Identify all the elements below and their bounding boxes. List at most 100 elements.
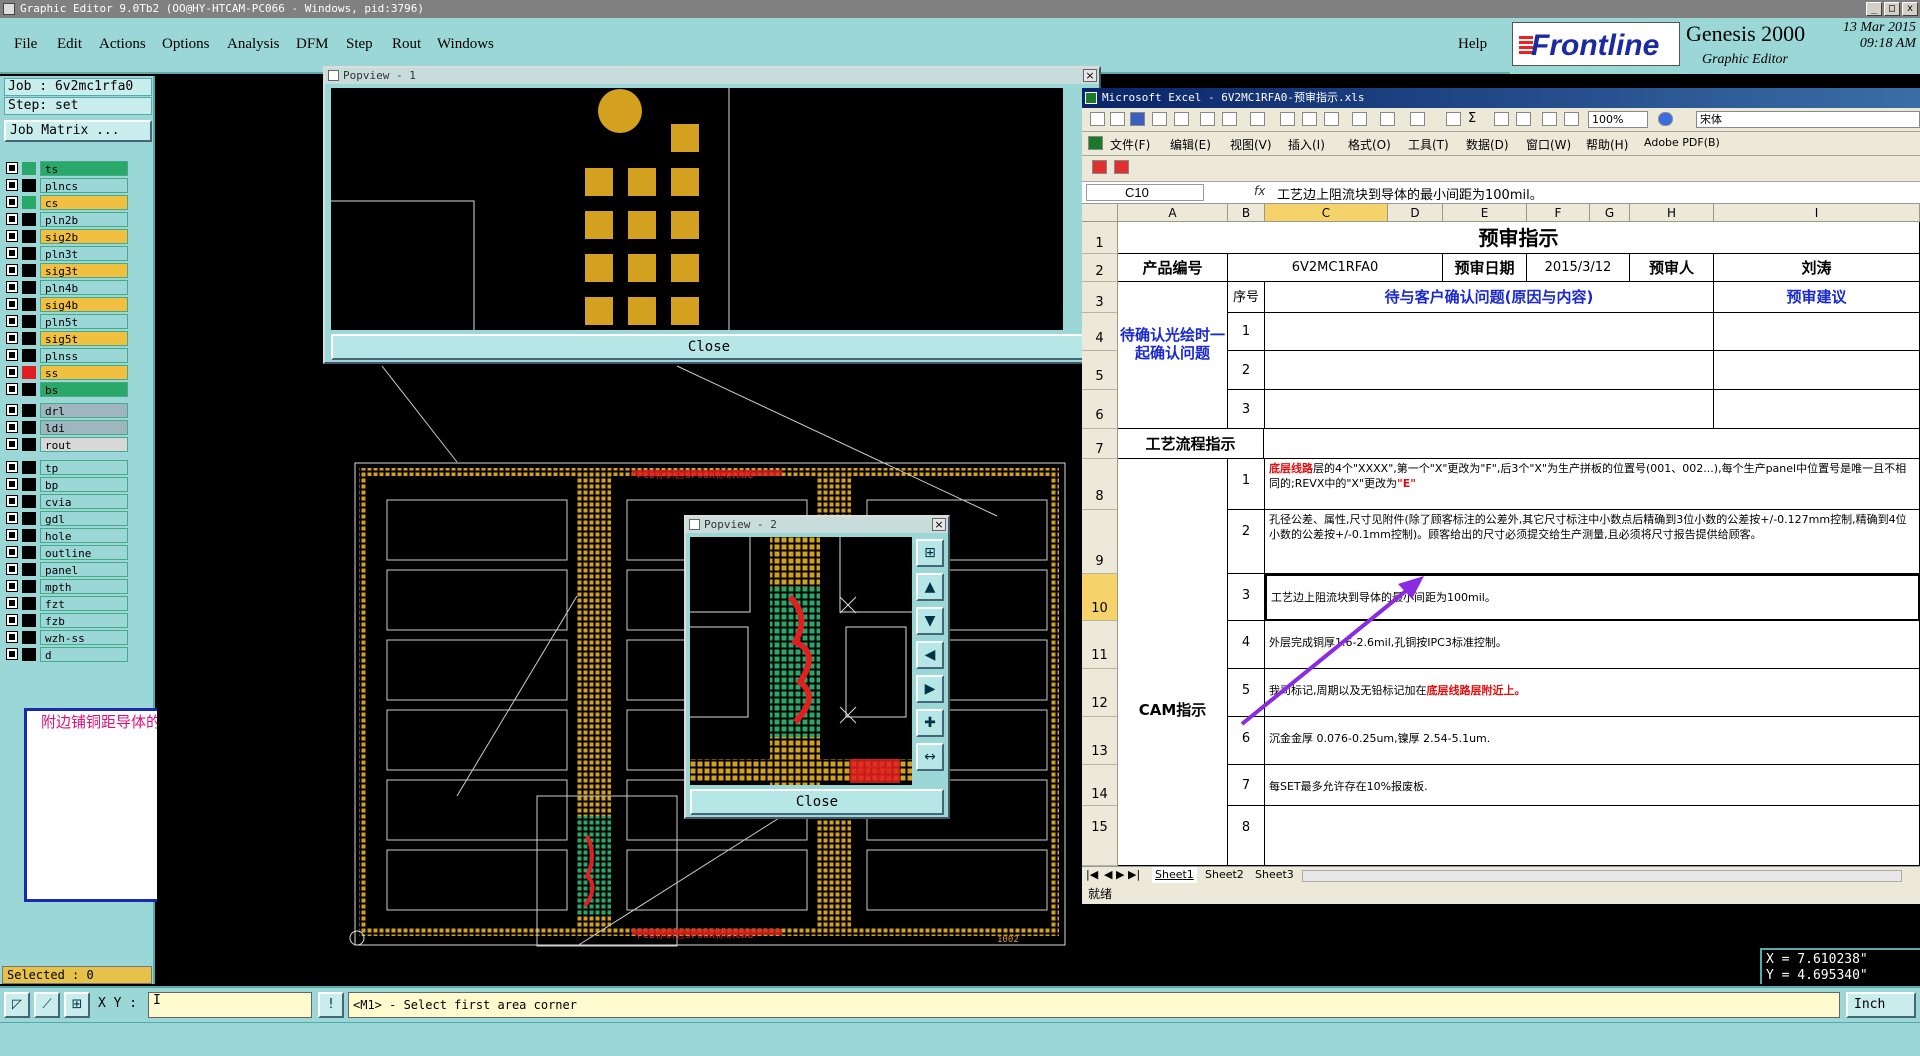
- excel-menu-adobe-pdf[interactable]: Adobe PDF(B): [1644, 136, 1720, 149]
- excel-menu-edit[interactable]: 编辑(E): [1170, 136, 1211, 153]
- zoom-in-button[interactable]: ✚: [916, 709, 944, 737]
- layer-color-swatch[interactable]: [22, 366, 36, 379]
- sheet-nav-next[interactable]: ▶: [1116, 867, 1124, 883]
- horizontal-scrollbar[interactable]: [1302, 870, 1902, 882]
- layer-color-swatch[interactable]: [22, 529, 36, 542]
- layer-row-tp[interactable]: tp: [6, 460, 128, 475]
- layer-row-fzt[interactable]: fzt: [6, 596, 128, 611]
- redo-icon[interactable]: [1410, 112, 1425, 126]
- measure-icon[interactable]: ⟋: [34, 992, 60, 1018]
- layer-checkbox[interactable]: [6, 383, 18, 395]
- layer-row-bs[interactable]: bs: [6, 382, 128, 397]
- autosum-icon[interactable]: Σ: [1468, 112, 1483, 126]
- alert-icon[interactable]: !: [318, 992, 344, 1018]
- open-icon[interactable]: [1110, 112, 1125, 126]
- pan-right-button[interactable]: ▶: [916, 675, 944, 703]
- layer-name[interactable]: drl: [40, 403, 128, 418]
- layer-row-ts[interactable]: ts: [6, 161, 128, 176]
- snap-mode-icon[interactable]: ◸: [4, 992, 30, 1018]
- excel-menu-help[interactable]: 帮助(H): [1586, 136, 1628, 153]
- units-select[interactable]: Inch: [1846, 992, 1916, 1018]
- popview-1-close-button[interactable]: Close: [331, 334, 1087, 360]
- close-window-button[interactable]: x: [1902, 2, 1918, 16]
- zoom-select[interactable]: 100%: [1588, 111, 1648, 128]
- grid-icon[interactable]: ⊞: [64, 992, 90, 1018]
- layer-checkbox[interactable]: [6, 563, 18, 575]
- layer-color-swatch[interactable]: [22, 563, 36, 576]
- layer-checkbox[interactable]: [6, 546, 18, 558]
- layer-color-swatch[interactable]: [22, 404, 36, 417]
- layer-color-swatch[interactable]: [22, 247, 36, 260]
- layer-checkbox[interactable]: [6, 438, 18, 450]
- layer-color-swatch[interactable]: [22, 383, 36, 396]
- layer-name[interactable]: sig2b: [40, 229, 128, 244]
- popview-2-close-button[interactable]: Close: [690, 789, 944, 815]
- job-matrix-button[interactable]: Job Matrix ...: [4, 120, 152, 142]
- layer-name[interactable]: fzt: [40, 596, 128, 611]
- sort-descending-icon[interactable]: [1516, 112, 1531, 126]
- print-preview-icon[interactable]: [1222, 112, 1237, 126]
- paste-icon[interactable]: [1324, 112, 1339, 126]
- layer-row-pln5t[interactable]: pln5t: [6, 314, 128, 329]
- fx-icon[interactable]: fx: [1254, 184, 1265, 198]
- layer-row-sig3t[interactable]: sig3t: [6, 263, 128, 278]
- layer-row-d[interactable]: d: [6, 647, 128, 662]
- permission-icon[interactable]: [1152, 112, 1167, 126]
- layer-checkbox[interactable]: [6, 580, 18, 592]
- layer-row-pln4b[interactable]: pln4b: [6, 280, 128, 295]
- layer-color-swatch[interactable]: [22, 332, 36, 345]
- popview-2-canvas[interactable]: PCBS: [687, 537, 912, 785]
- layer-color-swatch[interactable]: [22, 196, 36, 209]
- layer-name[interactable]: ldi: [40, 420, 128, 435]
- layer-color-swatch[interactable]: [22, 580, 36, 593]
- menu-windows[interactable]: Windows: [437, 36, 494, 53]
- layer-name[interactable]: hole: [40, 528, 128, 543]
- layer-color-swatch[interactable]: [22, 461, 36, 474]
- menu-actions[interactable]: Actions: [99, 36, 146, 53]
- layer-checkbox[interactable]: [6, 366, 18, 378]
- pan-down-button[interactable]: ▼: [916, 607, 944, 635]
- app-icon[interactable]: [3, 3, 15, 15]
- chart-wizard-icon[interactable]: [1542, 112, 1557, 126]
- email-icon[interactable]: [1174, 112, 1189, 126]
- sheet-tab-1[interactable]: Sheet1: [1152, 867, 1197, 883]
- xy-input[interactable]: I: [148, 992, 312, 1018]
- layer-row-sig4b[interactable]: sig4b: [6, 297, 128, 312]
- layer-checkbox[interactable]: [6, 315, 18, 327]
- layer-checkbox[interactable]: [6, 230, 18, 242]
- minimize-button[interactable]: _: [1866, 2, 1882, 16]
- layer-color-swatch[interactable]: [22, 597, 36, 610]
- layer-checkbox[interactable]: [6, 298, 18, 310]
- layer-name[interactable]: d: [40, 647, 128, 662]
- layer-row-plnss[interactable]: plnss: [6, 348, 128, 363]
- layer-name[interactable]: ts: [40, 161, 128, 176]
- layer-checkbox[interactable]: [6, 631, 18, 643]
- menu-file[interactable]: File: [14, 36, 37, 53]
- name-box[interactable]: C10: [1086, 184, 1204, 201]
- layer-color-swatch[interactable]: [22, 512, 36, 525]
- layer-row-rout[interactable]: rout: [6, 437, 128, 452]
- layer-name[interactable]: outline: [40, 545, 128, 560]
- layer-name[interactable]: plncs: [40, 178, 128, 193]
- excel-menu-window[interactable]: 窗口(W): [1526, 136, 1571, 153]
- layer-checkbox[interactable]: [6, 264, 18, 276]
- cut-icon[interactable]: [1280, 112, 1295, 126]
- excel-menu-file[interactable]: 文件(F): [1110, 136, 1150, 153]
- sheet-nav-last[interactable]: ▶|: [1128, 867, 1140, 883]
- sort-ascending-icon[interactable]: [1494, 112, 1509, 126]
- layer-name[interactable]: plnss: [40, 348, 128, 363]
- layer-name[interactable]: bs: [40, 382, 128, 397]
- copy-icon[interactable]: [1302, 112, 1317, 126]
- new-icon[interactable]: [1090, 112, 1105, 126]
- menu-options[interactable]: Options: [162, 36, 210, 53]
- excel-menu-tools[interactable]: 工具(T): [1408, 136, 1449, 153]
- layer-color-swatch[interactable]: [22, 264, 36, 277]
- layer-name[interactable]: pln4b: [40, 280, 128, 295]
- menu-dfm[interactable]: DFM: [296, 36, 329, 53]
- layer-color-swatch[interactable]: [22, 298, 36, 311]
- layer-color-swatch[interactable]: [22, 179, 36, 192]
- layer-name[interactable]: rout: [40, 437, 128, 452]
- layer-name[interactable]: tp: [40, 460, 128, 475]
- layer-row-ss[interactable]: ss: [6, 365, 128, 380]
- maximize-button[interactable]: □: [1884, 2, 1900, 16]
